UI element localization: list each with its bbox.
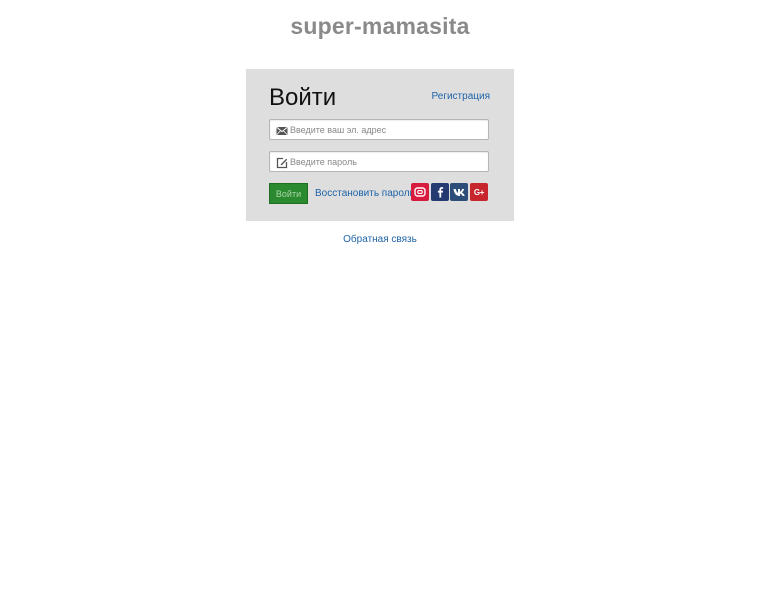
register-link[interactable]: Регистрация xyxy=(432,91,490,102)
email-input[interactable] xyxy=(290,120,480,139)
edit-icon xyxy=(276,156,288,169)
email-field-wrapper xyxy=(269,119,489,140)
site-title: super-mamasita xyxy=(290,13,470,39)
mail-ru-login-button[interactable] xyxy=(411,183,429,201)
password-field-wrapper xyxy=(269,151,489,172)
feedback-link-row: Обратная связь xyxy=(0,234,760,245)
facebook-login-button[interactable] xyxy=(431,183,449,201)
login-button[interactable]: Войти xyxy=(269,183,308,204)
restore-password-link[interactable]: Восстановить пароль xyxy=(315,188,415,199)
login-card: Войти Регистрация Войти Восстано xyxy=(246,69,514,221)
page: super-mamasita Войти Регистрация Введите… xyxy=(0,0,760,600)
vk-icon xyxy=(453,188,466,197)
google-plus-icon: G+ xyxy=(473,187,485,197)
mail-ru-icon xyxy=(414,186,426,198)
password-input[interactable] xyxy=(290,152,480,171)
feedback-link[interactable]: Обратная связь xyxy=(343,234,417,245)
facebook-icon xyxy=(435,186,445,198)
login-title: Войти xyxy=(269,84,337,111)
envelope-icon xyxy=(276,124,288,136)
google-plus-login-button[interactable]: G+ xyxy=(470,183,488,201)
vkontakte-login-button[interactable] xyxy=(450,183,468,201)
